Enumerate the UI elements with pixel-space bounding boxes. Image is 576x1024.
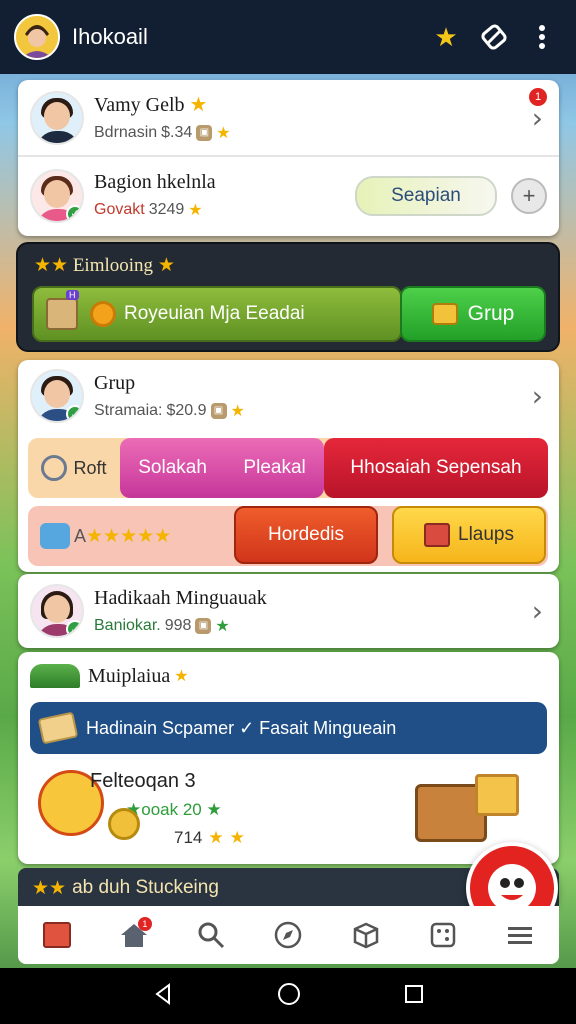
whistle-icon <box>41 455 68 481</box>
multiplayer-card: Muiplaiua ★ Hadinain Scpamer ✓ Fasait Min… <box>18 652 559 864</box>
red-action-button[interactable]: Hordedis <box>234 506 378 564</box>
friend-status: Govakt 3249 ★ <box>94 201 203 219</box>
friend-status: Baniokar. 998 ▣ ★ <box>94 616 230 635</box>
event-progress-bar[interactable]: H Royeuian Mja Eeadai <box>32 286 402 342</box>
coin-pile-icon <box>108 808 140 840</box>
system-nav-bar <box>0 968 576 1024</box>
group-row[interactable]: ✓ Grup Stramaia: $20.9 ▣ ★ › <box>18 360 559 432</box>
tab-pink[interactable]: Solakah Pleakal <box>120 438 324 498</box>
sticker-icon[interactable] <box>474 17 514 57</box>
friend-name: Vamy Gelb ★ <box>94 94 208 116</box>
friend-row[interactable]: ✓ Bagion hkelnla Govakt 3249 ★ Seapian + <box>18 157 559 234</box>
coin-icon: ▣ <box>210 402 227 419</box>
reward-area: Felteoqan 3 ★ooak 20 ★ 714 ★ ★ <box>18 754 559 864</box>
reward-stars-text: ★ooak 20 ★ <box>126 800 222 819</box>
group-button[interactable]: Grup <box>400 286 546 342</box>
event-bar-label: Royeuian Mja Eeadai <box>124 303 305 324</box>
online-check-icon: ✓ <box>66 620 82 636</box>
friend-row[interactable]: Vamy Gelb ★ Bdrnasin $.34 ▣ ★ 1 › <box>18 80 559 157</box>
friend-row[interactable]: ✓ Hadikaah Minguauak Baniokar. 998 ▣ ★ › <box>18 574 559 648</box>
bottom-nav: 1 <box>18 906 559 964</box>
chevron-right-icon[interactable]: › <box>532 595 543 628</box>
reward-coins: 714 ★ ★ <box>174 828 245 847</box>
chevron-right-icon[interactable]: › <box>532 380 543 413</box>
friend-status: Bdrnasin $.34 ▣ ★ <box>94 124 231 142</box>
ticket-icon <box>37 711 79 745</box>
puzzle-icon <box>40 523 70 549</box>
group-name: Grup <box>94 371 136 394</box>
gift-icon <box>424 523 450 547</box>
rating-row: A ★★★★★ Hordedis Llaups <box>28 506 548 566</box>
group-avatar: ✓ <box>30 369 84 423</box>
multiplayer-banner[interactable]: Hadinain Scpamer ✓ Fasait Mingueain <box>30 702 547 754</box>
package-icon[interactable] <box>346 915 386 955</box>
online-check-icon: ✓ <box>66 405 82 421</box>
event-title: ★★ Eimlooing ★ <box>34 255 175 276</box>
treasure-icon <box>431 303 458 325</box>
rating-stars: ★★★★★ <box>86 525 172 547</box>
menu-icon[interactable] <box>500 915 540 955</box>
coin-icon: ▣ <box>195 617 212 634</box>
app-title: Ihokoail <box>72 24 148 49</box>
friend-name: Bagion hkelnla <box>94 171 216 193</box>
profile-avatar[interactable] <box>14 14 60 60</box>
friend-avatar <box>30 90 84 145</box>
friend-card: ✓ Hadikaah Minguauak Baniokar. 998 ▣ ★ › <box>18 574 559 648</box>
group-status: Stramaia: $20.9 ▣ ★ <box>94 401 245 420</box>
tab-strip: Roft Solakah Pleakal Hhosaiah Sepensah <box>28 438 548 498</box>
back-icon[interactable] <box>151 982 175 1011</box>
friend-name: Hadikaah Minguauak <box>94 586 267 609</box>
reward-title: Felteoqan 3 <box>90 770 196 792</box>
friend-action-button[interactable]: Seapian <box>355 175 497 216</box>
search-icon[interactable] <box>191 915 231 955</box>
favorite-star-icon[interactable]: ★ <box>426 17 466 57</box>
home-circle-icon[interactable] <box>276 981 302 1012</box>
yellow-action-button[interactable]: Llaups <box>392 506 546 564</box>
compass-icon[interactable] <box>268 915 308 955</box>
gift-icon <box>475 774 519 816</box>
recents-icon[interactable] <box>403 983 425 1010</box>
more-vert-icon[interactable] <box>522 17 562 57</box>
friend-avatar: ✓ <box>30 168 84 223</box>
friends-card: Vamy Gelb ★ Bdrnasin $.34 ▣ ★ 1 › ✓ Bagio… <box>18 80 559 236</box>
star-icon: ★ <box>216 125 231 142</box>
friend-avatar: ✓ <box>30 584 84 638</box>
star-icon: ★ <box>230 402 245 420</box>
gear-coin-icon <box>90 301 116 327</box>
dice-icon[interactable] <box>423 915 463 955</box>
star-icon: ★ <box>188 202 203 219</box>
star-icon: ★ <box>215 617 230 635</box>
add-friend-button[interactable]: + <box>511 177 547 214</box>
chevron-right-icon[interactable]: › <box>532 101 543 134</box>
coin-icon: ▣ <box>196 125 213 141</box>
app-top-bar: Ihokoail ★ <box>0 0 576 74</box>
gift-icon[interactable] <box>37 915 77 955</box>
profile-avatar-image <box>16 16 58 58</box>
event-section: ★★ Eimlooing ★ H Royeuian Mja Eeadai Gru… <box>16 242 560 352</box>
online-check-icon: ✓ <box>66 204 82 221</box>
group-card: ✓ Grup Stramaia: $20.9 ▣ ★ › Roft Solakah… <box>18 360 559 572</box>
tab-roll[interactable]: Roft <box>28 438 120 498</box>
landscape-icon <box>30 664 80 688</box>
nav-badge: 1 <box>137 917 152 931</box>
gift-box-icon: H <box>46 290 79 330</box>
tab-red[interactable]: Hhosaiah Sepensah <box>324 438 548 498</box>
multiplayer-header: Muiplaiua ★ <box>18 652 559 688</box>
home-icon[interactable]: 1 <box>114 915 154 955</box>
